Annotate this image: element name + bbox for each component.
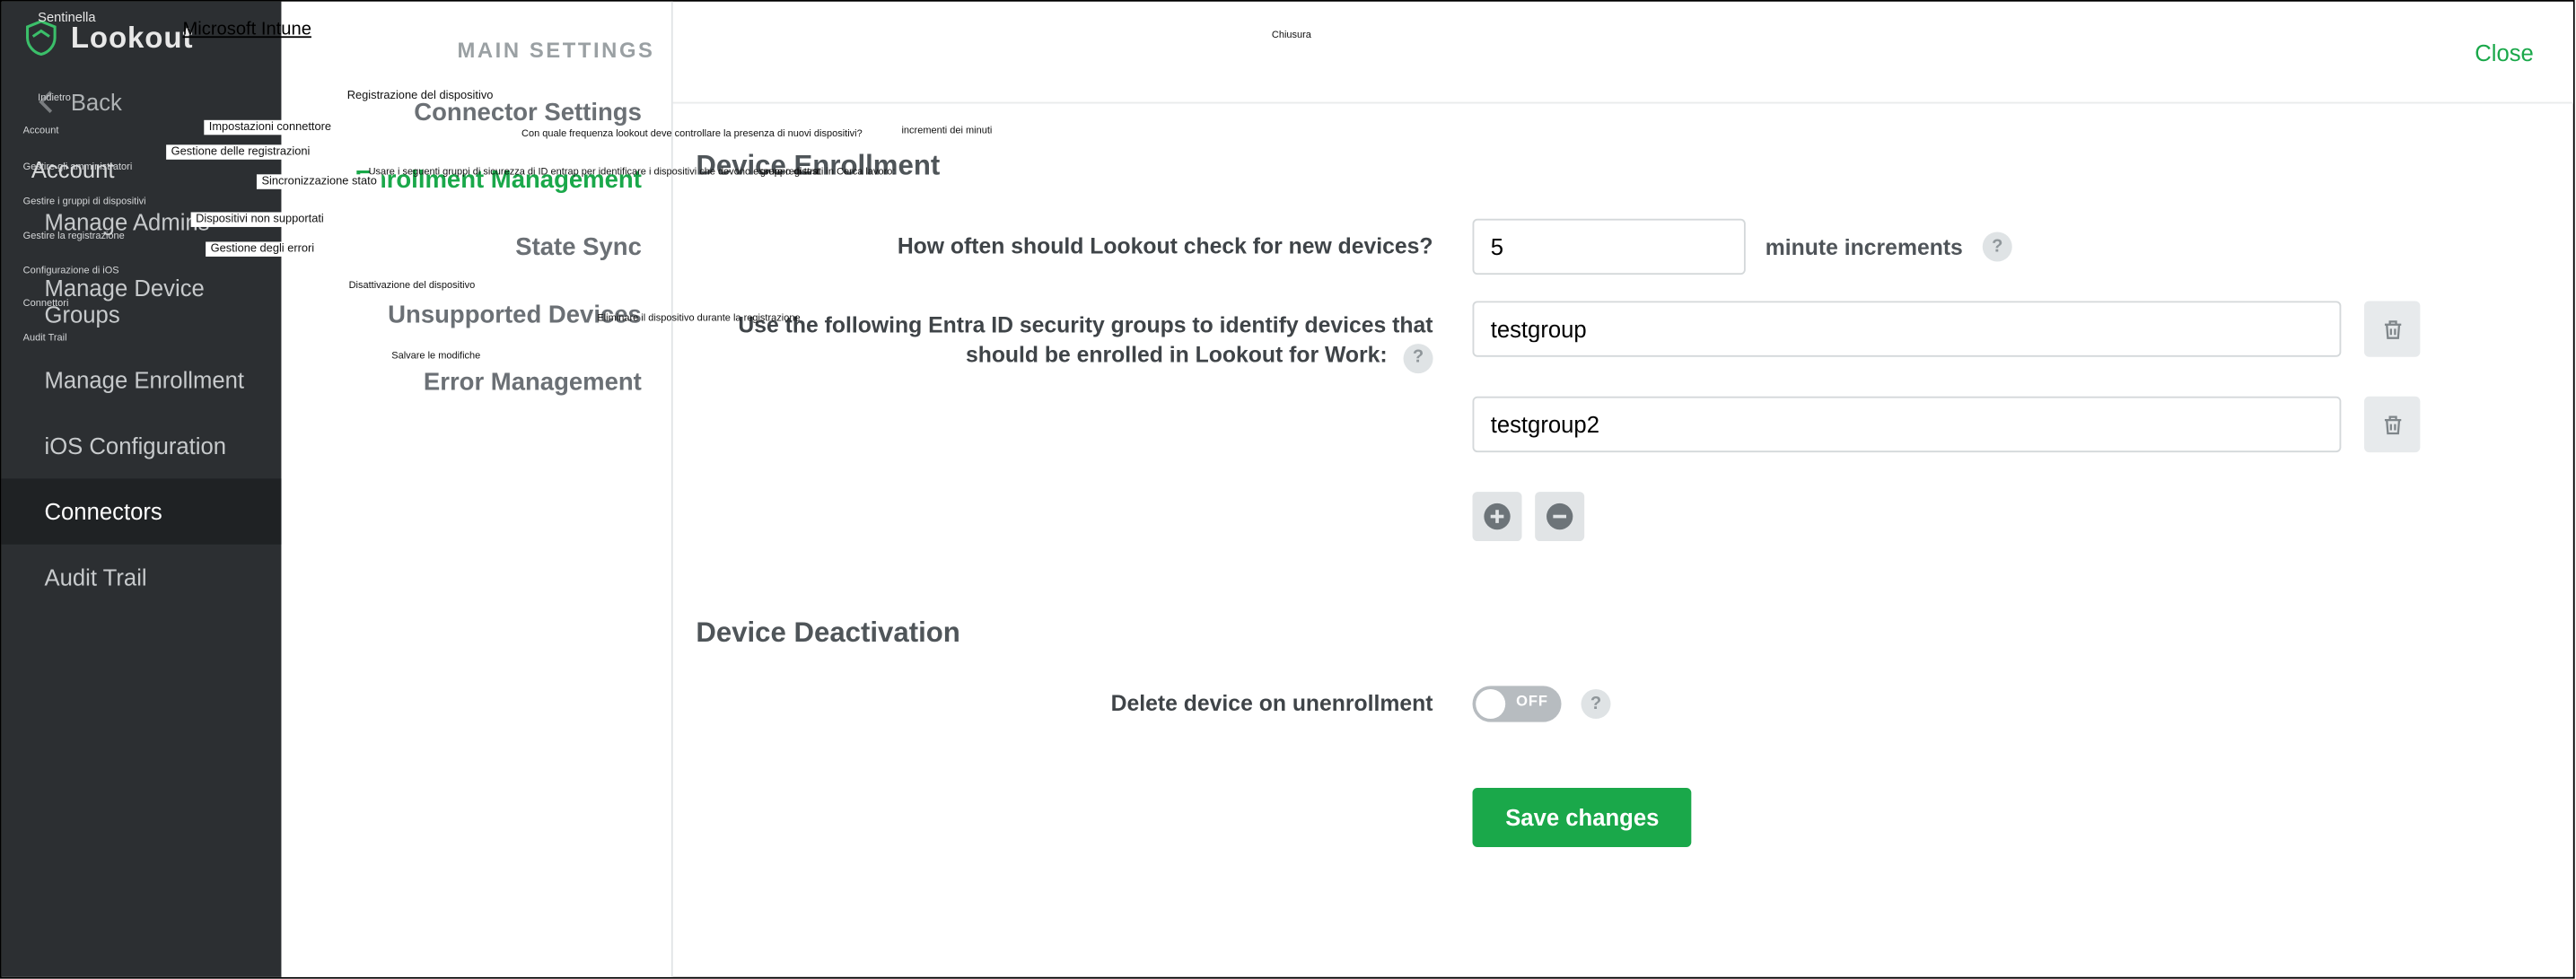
- artifact-gruppo: gruppo di test: [760, 168, 820, 178]
- nav-audit-trail[interactable]: Audit Trail: [2, 545, 282, 610]
- artifact-sentinella: Sentinella: [38, 12, 95, 25]
- back-label: Back: [71, 89, 122, 115]
- artifact-gest-admin: Gestire gli amministratori: [23, 162, 133, 172]
- subnav: MAIN SETTINGS Connector Settings Enrollm…: [281, 2, 672, 977]
- groups-row: Use the following Entra ID security grou…: [696, 301, 2441, 541]
- delete-on-unenroll-label: Delete device on unenrollment: [696, 689, 1472, 719]
- artifact-config-ios: Configurazione di iOS: [23, 267, 119, 276]
- toggle-state-label: OFF: [1516, 693, 1548, 709]
- brand-text: Lookout: [71, 21, 194, 55]
- groups-label-post: security groups to identify devices that…: [966, 312, 1433, 367]
- check-interval-input[interactable]: [1473, 219, 1746, 275]
- nav-manage-enrollment[interactable]: Manage Enrollment: [2, 347, 282, 413]
- trash-icon: [2379, 412, 2404, 436]
- help-icon[interactable]: ?: [1582, 689, 1611, 719]
- artifact-indietro: Indietro: [38, 93, 71, 103]
- artifact-unsupp: Dispositivi non supportati: [191, 212, 329, 226]
- groups-label: Use the following Entra ID security grou…: [696, 301, 1472, 372]
- device-enrollment-title: Device Enrollment: [696, 150, 2441, 183]
- device-deactivation-title: Device Deactivation: [696, 616, 2441, 650]
- help-icon[interactable]: ?: [1983, 232, 2012, 261]
- artifact-audit-it: Audit Trail: [23, 334, 67, 344]
- delete-on-unenroll-row: Delete device on unenrollment OFF ?: [696, 686, 2441, 721]
- artifact-freq: Con quale frequenza lookout deve control…: [521, 130, 863, 140]
- group-row-2: [1473, 397, 2421, 452]
- delete-group-2-button[interactable]: [2364, 397, 2420, 452]
- artifact-msintune: Microsoft Intune: [182, 22, 311, 39]
- group-row-1: [1473, 301, 2421, 356]
- help-icon[interactable]: ?: [1404, 343, 1433, 372]
- artifact-reg-disp: Registrazione del dispositivo: [347, 91, 494, 102]
- save-changes-button[interactable]: Save changes: [1473, 788, 1693, 847]
- delete-on-unenroll-toggle[interactable]: OFF: [1473, 686, 1562, 721]
- remove-group-button[interactable]: [1535, 492, 1584, 541]
- artifact-account-it: Account: [23, 127, 59, 136]
- artifact-err: Gestione degli errori: [206, 241, 320, 256]
- close-button[interactable]: Close: [2475, 39, 2534, 65]
- group-input-2[interactable]: [1473, 397, 2342, 452]
- plus-circle-icon: [1484, 503, 1510, 529]
- subnav-heading: MAIN SETTINGS: [281, 2, 670, 79]
- lookout-shield-icon: [24, 20, 57, 56]
- check-interval-row: How often should Lookout check for new d…: [696, 219, 2441, 275]
- content: Device Enrollment How often should Looko…: [673, 103, 2573, 976]
- nav-connectors[interactable]: Connectors: [2, 478, 282, 544]
- groups-label-strong: Entra ID: [928, 312, 1013, 337]
- nav-ios-configuration[interactable]: iOS Configuration: [2, 413, 282, 478]
- artifact-disatt: Disattivazione del dispositivo: [349, 281, 476, 291]
- artifact-gest-reg: Gestire la registrazione: [23, 232, 125, 241]
- artifact-sync: Sincronizzazione stato: [257, 174, 381, 188]
- trash-icon: [2379, 317, 2404, 341]
- artifact-connettori: Connettori: [23, 300, 69, 310]
- artifact-elimina: Eliminare il dispositivo durante la regi…: [597, 314, 800, 324]
- artifact-chiusura: Chiusura: [1272, 31, 1311, 41]
- artifact-salva: Salvare le modifiche: [391, 352, 480, 362]
- artifact-incrementi: incrementi dei minuti: [901, 127, 992, 136]
- group-input-1[interactable]: [1473, 301, 2342, 356]
- save-row: Save changes: [696, 748, 2441, 847]
- artifact-impost-conn: Impostazioni connettore: [204, 120, 336, 135]
- add-group-button[interactable]: [1473, 492, 1522, 541]
- check-interval-suffix: minute increments: [1766, 234, 1963, 258]
- artifact-gest-regs: Gestione delle registrazioni: [166, 144, 315, 159]
- minus-circle-icon: [1546, 503, 1573, 529]
- toggle-knob: [1476, 689, 1505, 719]
- delete-group-1-button[interactable]: [2364, 301, 2420, 356]
- subnav-state-sync[interactable]: State Sync: [281, 214, 670, 281]
- check-interval-label: How often should Lookout check for new d…: [696, 232, 1472, 261]
- artifact-gest-gruppi: Gestire i gruppi di dispositivi: [23, 197, 146, 207]
